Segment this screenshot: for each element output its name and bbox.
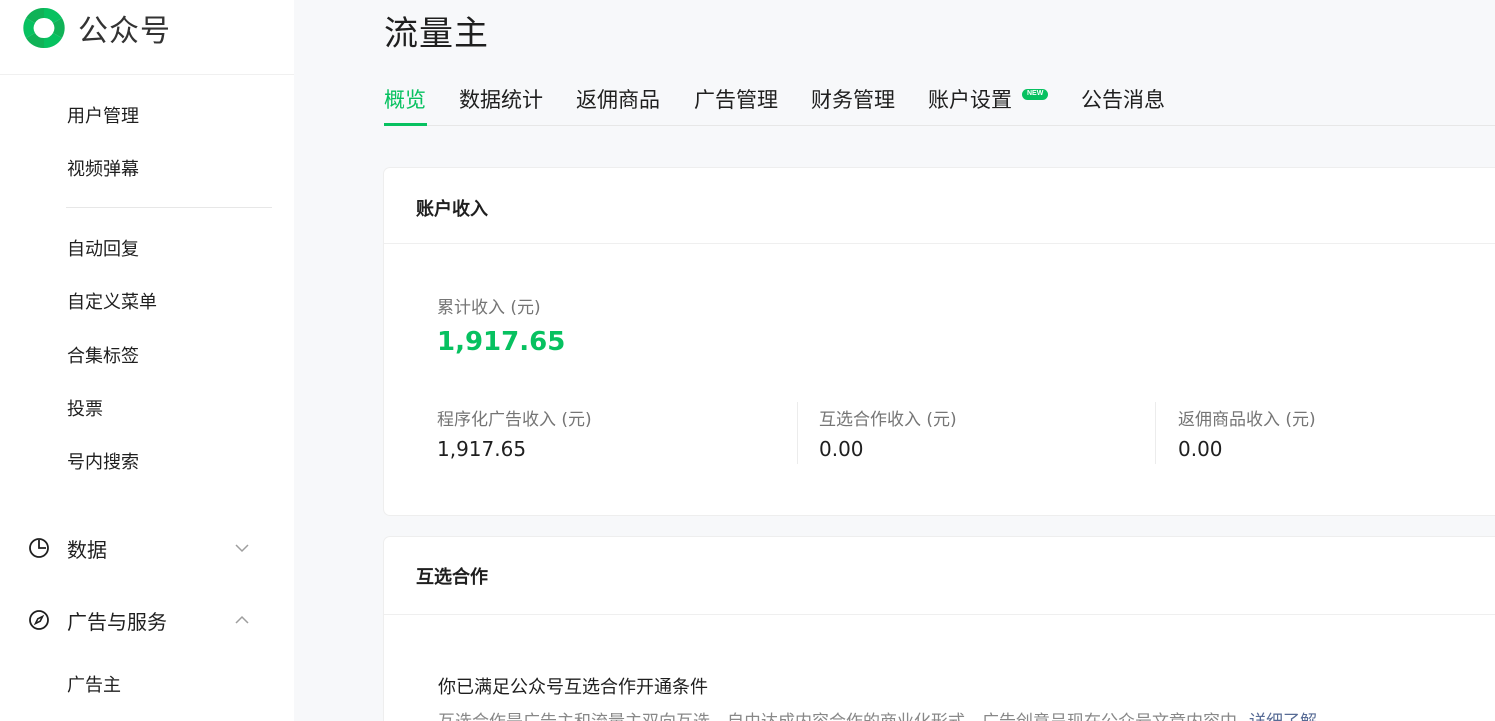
programmatic-ad-income-value: 1,917.65 — [437, 437, 527, 461]
programmatic-ad-income-label: 程序化广告收入 (元) — [437, 410, 592, 430]
sidebar-group-ads-services-label: 广告与服务 — [67, 609, 167, 634]
compass-icon — [29, 610, 49, 630]
sidebar-item-custom-menu[interactable]: 自定义菜单 — [67, 288, 157, 314]
tab-account-settings[interactable]: 账户设置 — [928, 84, 1012, 114]
clock-chart-icon — [29, 538, 49, 558]
sidebar-item-user-management[interactable]: 用户管理 — [67, 102, 139, 128]
new-badge: NEW — [1022, 89, 1049, 100]
sidebar-item-in-account-search[interactable]: 号内搜索 — [67, 448, 139, 474]
sidebar-divider — [66, 207, 272, 208]
commission-income-value: 0.00 — [1178, 437, 1223, 461]
tab-commission-products[interactable]: 返佣商品 — [576, 84, 660, 114]
chevron-up-icon — [235, 615, 249, 624]
tab-active-indicator — [384, 123, 427, 126]
sidebar-group-data[interactable]: 数据 — [28, 533, 252, 563]
sidebar-item-advertiser[interactable]: 广告主 — [67, 671, 121, 697]
stat-divider — [1155, 402, 1156, 464]
sidebar: 公众号 用户管理 视频弹幕 自动回复 自定义菜单 合集标签 投票 号内搜索 数据… — [0, 0, 294, 721]
mutual-selection-card-title: 互选合作 — [416, 567, 488, 588]
page-title: 流量主 — [384, 14, 489, 54]
logo[interactable]: 公众号 — [20, 6, 171, 50]
commission-income-label: 返佣商品收入 (元) — [1178, 410, 1316, 430]
sidebar-item-vote[interactable]: 投票 — [67, 395, 103, 421]
logo-text: 公众号 — [78, 14, 171, 49]
tab-bar: 概览 数据统计 返佣商品 广告管理 财务管理 账户设置 NEW 公告消息 — [384, 80, 1495, 126]
chevron-down-icon — [235, 544, 249, 553]
mutual-selection-income-value: 0.00 — [819, 437, 864, 461]
mutual-selection-card: 互选合作 你已满足公众号互选合作开通条件 互选合作是广告主和流量主双向互选，自由… — [384, 537, 1495, 721]
sidebar-item-video-danmaku[interactable]: 视频弹幕 — [67, 155, 139, 181]
income-card-divider — [384, 243, 1495, 244]
sidebar-group-data-label: 数据 — [67, 537, 107, 562]
total-income-value: 1,917.65 — [437, 327, 566, 357]
mutual-selection-income-label: 互选合作收入 (元) — [819, 410, 957, 430]
coop-description: 互选合作是广告主和流量主双向互选，自由达成内容合作的商业化形式，广告创意呈现在公… — [438, 707, 1317, 721]
coop-eligibility-text: 你已满足公众号互选合作开通条件 — [438, 677, 708, 698]
mutual-selection-card-divider — [384, 614, 1495, 615]
total-income-label: 累计收入 (元) — [437, 298, 541, 318]
stat-divider — [797, 402, 798, 464]
tab-finance-management[interactable]: 财务管理 — [811, 84, 895, 114]
wechat-official-logo-icon — [23, 7, 65, 49]
account-income-card: 账户收入 累计收入 (元) 1,917.65 程序化广告收入 (元) 1,917… — [384, 168, 1495, 515]
tab-announcements[interactable]: 公告消息 — [1081, 84, 1165, 114]
sidebar-item-collection-tags[interactable]: 合集标签 — [67, 342, 139, 368]
coop-description-text: 互选合作是广告主和流量主双向互选，自由达成内容合作的商业化形式，广告创意呈现在公… — [438, 712, 1237, 721]
sidebar-group-ads-services[interactable]: 广告与服务 — [28, 605, 252, 635]
learn-more-link[interactable]: 详细了解 — [1249, 712, 1317, 721]
income-card-title: 账户收入 — [416, 199, 488, 220]
logo-divider — [0, 74, 294, 75]
sidebar-item-auto-reply[interactable]: 自动回复 — [67, 235, 139, 261]
tab-overview[interactable]: 概览 — [384, 84, 426, 114]
tab-data-stats[interactable]: 数据统计 — [459, 84, 543, 114]
tab-ad-management[interactable]: 广告管理 — [694, 84, 778, 114]
